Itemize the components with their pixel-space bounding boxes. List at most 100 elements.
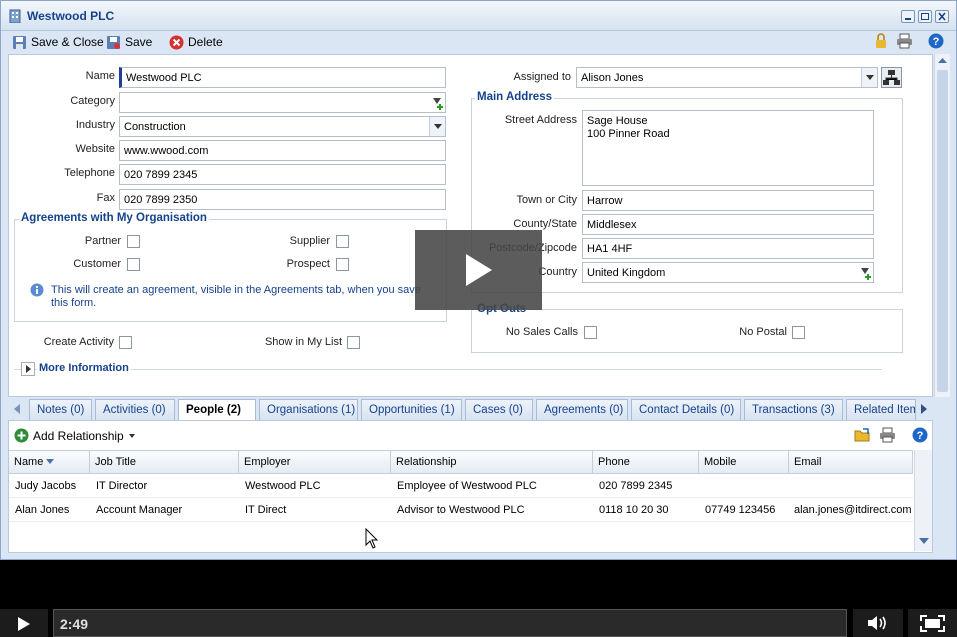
col-employer[interactable]: Employer	[239, 450, 391, 474]
supplier-checkbox[interactable]	[336, 235, 349, 248]
tab-notes[interactable]: Notes (0)	[29, 399, 92, 420]
tab-agreements[interactable]: Agreements (0)	[536, 399, 628, 420]
save-close-button[interactable]: Save & Close	[12, 33, 104, 51]
cell-phone: 0118 10 20 30	[599, 504, 669, 516]
table-row[interactable]: Judy Jacobs IT Director Westwood PLC Emp…	[9, 474, 913, 498]
maximize-button[interactable]	[918, 10, 932, 23]
county-input[interactable]: Middlesex	[582, 214, 874, 235]
lock-icon[interactable]	[874, 33, 888, 49]
country-select[interactable]: United Kingdom	[582, 262, 874, 283]
scroll-up-icon[interactable]	[935, 54, 950, 68]
chevron-right-icon	[26, 365, 31, 373]
volume-button[interactable]	[853, 609, 903, 637]
fax-input[interactable]: 020 7899 2350	[119, 189, 446, 210]
tab-contact-details[interactable]: Contact Details (0)	[631, 399, 741, 420]
col-relationship[interactable]: Relationship	[391, 450, 593, 474]
help-icon[interactable]: ?	[928, 33, 944, 49]
prospect-checkbox[interactable]	[336, 258, 349, 271]
add-relationship-button[interactable]: Add Relationship	[14, 428, 136, 443]
save-button[interactable]: Save	[106, 33, 152, 51]
fullscreen-button[interactable]	[908, 609, 957, 637]
org-chart-icon[interactable]	[881, 67, 902, 88]
partner-checkbox[interactable]	[127, 235, 140, 248]
name-input[interactable]: Westwood PLC	[119, 67, 446, 88]
town-input[interactable]: Harrow	[582, 190, 874, 211]
close-button[interactable]	[935, 10, 949, 23]
show-in-list-checkbox[interactable]	[347, 336, 360, 349]
no-sales-calls-label: No Sales Calls	[505, 326, 578, 338]
col-email[interactable]: Email	[789, 450, 913, 474]
save-close-label: Save & Close	[31, 35, 104, 49]
industry-label: Industry	[75, 119, 115, 131]
customer-checkbox[interactable]	[127, 258, 140, 271]
town-label: Town or City	[516, 194, 577, 206]
fax-label: Fax	[96, 192, 115, 204]
chevron-down-icon[interactable]	[429, 117, 445, 136]
tab-activities[interactable]: Activities (0)	[95, 399, 175, 420]
no-sales-calls-checkbox[interactable]	[584, 326, 597, 339]
street-textarea[interactable]: Sage House 100 Pinner Road	[582, 110, 874, 186]
expand-toggle[interactable]	[21, 362, 35, 376]
tab-scroll-left-icon[interactable]	[11, 403, 23, 415]
tab-people[interactable]: People (2)	[178, 399, 256, 421]
website-input[interactable]: www.wwood.com	[119, 140, 446, 161]
relationship-toolbar: Add Relationship ?	[8, 420, 933, 450]
window-title: Westwood PLC	[27, 9, 115, 23]
form-scrollbar[interactable]	[934, 54, 950, 397]
fullscreen-icon	[920, 615, 945, 632]
play-button[interactable]	[0, 609, 48, 637]
telephone-input[interactable]: 020 7899 2345	[119, 164, 446, 185]
col-name-label: Name	[14, 456, 44, 468]
save-icon	[107, 35, 120, 49]
help-icon[interactable]: ?	[912, 427, 928, 443]
no-postal-checkbox[interactable]	[792, 326, 805, 339]
no-postal-label: No Postal	[739, 326, 787, 338]
grid-scrollbar[interactable]	[914, 450, 932, 551]
organisation-form: Name Westwood PLC Category Industry Cons…	[8, 54, 933, 397]
tab-organisations[interactable]: Organisations (1)	[259, 399, 358, 420]
cell-employer: Westwood PLC	[245, 480, 321, 492]
progress-bar[interactable]: 2:49	[53, 609, 847, 637]
scroll-down-icon[interactable]	[918, 536, 930, 546]
delete-button[interactable]: Delete	[169, 33, 223, 51]
people-grid: Name Job Title Employer Relationship Pho…	[8, 450, 933, 553]
add-country-icon[interactable]	[858, 265, 872, 280]
industry-select[interactable]: Construction	[119, 116, 446, 137]
chevron-down-icon[interactable]	[861, 68, 877, 87]
floppy-icon	[13, 35, 26, 49]
tab-related-items[interactable]: Related Items	[846, 399, 916, 420]
scroll-thumb[interactable]	[937, 70, 948, 392]
title-bar: Westwood PLC	[1, 1, 956, 31]
cell-phone: 020 7899 2345	[599, 480, 673, 492]
col-phone[interactable]: Phone	[593, 450, 699, 474]
name-label: Name	[85, 70, 115, 82]
more-information-header[interactable]: More Information	[37, 362, 131, 374]
col-name[interactable]: Name	[9, 450, 90, 474]
add-category-icon[interactable]	[430, 95, 444, 110]
minimize-button[interactable]	[901, 10, 915, 23]
create-activity-checkbox[interactable]	[119, 336, 132, 349]
assigned-select[interactable]: Alison Jones	[576, 67, 878, 88]
telephone-label: Telephone	[64, 167, 115, 179]
tab-transactions[interactable]: Transactions (3)	[744, 399, 843, 420]
print-icon[interactable]	[879, 427, 896, 443]
cell-email: alan.jones@itdirect.com	[794, 504, 912, 516]
tab-scroll-right-icon[interactable]	[918, 403, 930, 415]
cell-employer: IT Direct	[245, 504, 287, 516]
postcode-input[interactable]: HA1 4HF	[582, 238, 874, 259]
col-job-title[interactable]: Job Title	[90, 450, 239, 474]
main-toolbar: Save & Close Save Delete ?	[1, 31, 956, 53]
time-display: 2:49	[60, 616, 89, 632]
cell-name: Judy Jacobs	[15, 480, 77, 492]
tab-opportunities[interactable]: Opportunities (1)	[361, 399, 462, 420]
street-label: Street Address	[504, 114, 577, 126]
tab-cases[interactable]: Cases (0)	[465, 399, 533, 420]
video-play-overlay[interactable]	[415, 230, 542, 310]
table-row[interactable]: Alan Jones Account Manager IT Direct Adv…	[9, 498, 913, 522]
print-icon[interactable]	[896, 33, 913, 49]
building-icon	[9, 9, 21, 23]
category-select[interactable]	[119, 92, 446, 113]
svg-text:?: ?	[917, 430, 924, 442]
export-folder-icon[interactable]	[854, 427, 871, 443]
col-mobile[interactable]: Mobile	[699, 450, 789, 474]
